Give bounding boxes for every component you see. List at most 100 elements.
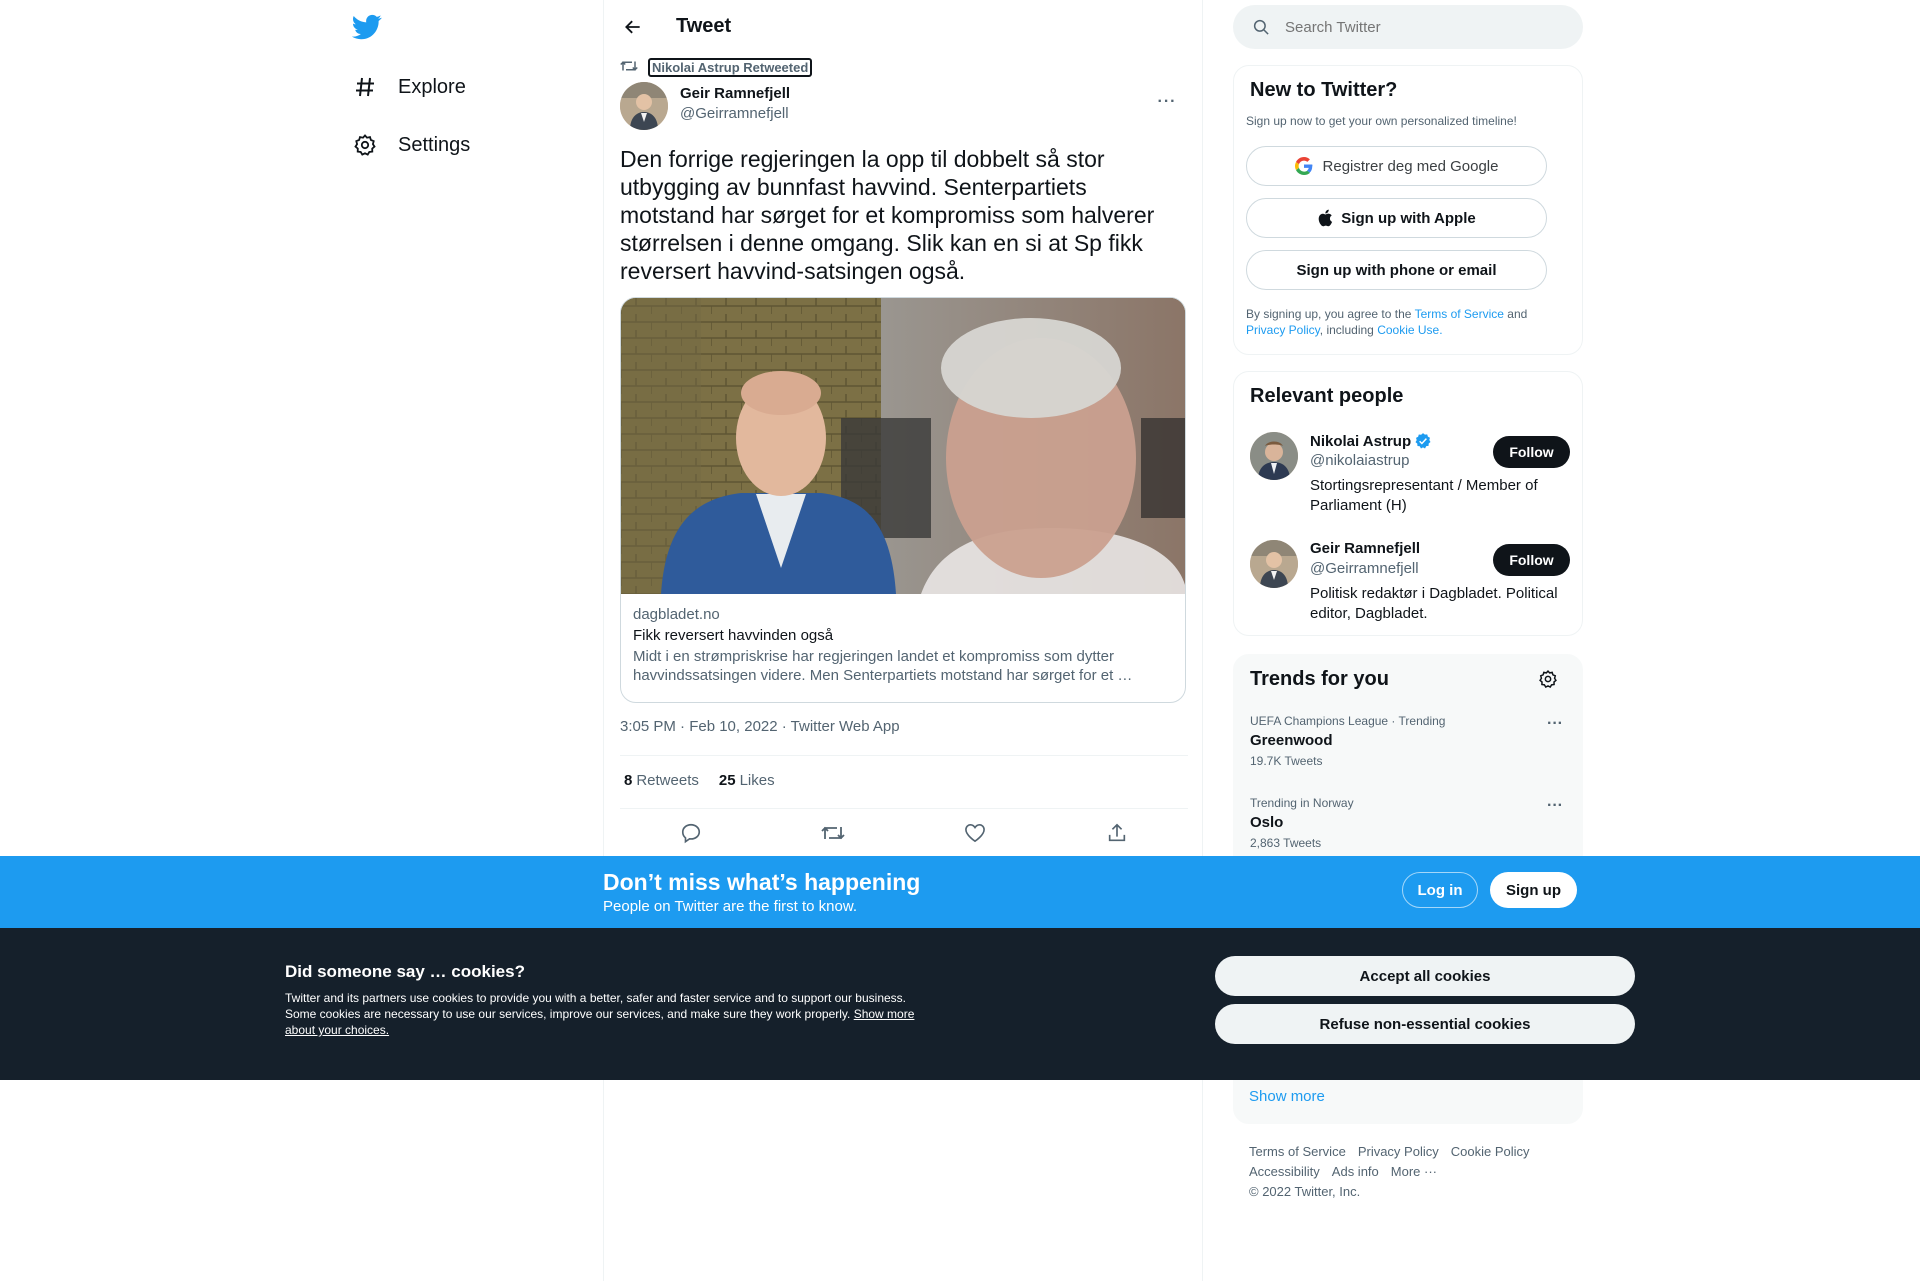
refuse-cookies-button[interactable]: Refuse non-essential cookies — [1215, 1004, 1635, 1044]
new-to-twitter-title: New to Twitter? — [1250, 79, 1398, 101]
tweet-actions — [620, 820, 1188, 846]
retweet-icon — [620, 58, 638, 77]
page-title: Tweet — [676, 15, 732, 37]
nav-explore-label: Explore — [398, 75, 466, 98]
trend-context: UEFA Champions League · Trending — [1250, 714, 1446, 728]
more-options-icon[interactable]: ··· — [1542, 796, 1568, 816]
cookie-consent-bar: Did someone say … cookies? Twitter and i… — [0, 928, 1920, 1080]
person-handle[interactable]: @nikolaiastrup — [1310, 452, 1409, 469]
tweet-column: Tweet Nikolai Astrup Retweeted Geir Ramn… — [603, 0, 1203, 1281]
signup-button[interactable]: Sign up — [1490, 872, 1577, 908]
retweets-stat[interactable]: 8 Retweets — [624, 772, 699, 789]
banner-subtitle: People on Twitter are the first to know. — [603, 898, 858, 915]
cookie-title: Did someone say … cookies? — [285, 962, 525, 981]
card-domain: dagbladet.no — [633, 606, 720, 623]
cookie-description: Twitter and its partners use cookies to … — [285, 990, 915, 1038]
google-icon — [1294, 157, 1313, 175]
hashtag-icon — [352, 74, 378, 100]
relevant-people-title: Relevant people — [1250, 385, 1404, 407]
footer-privacy-link[interactable]: Privacy Policy — [1358, 1144, 1439, 1159]
apple-signup-button[interactable]: Sign up with Apple — [1246, 198, 1547, 238]
cookie-use-link[interactable]: Cookie Use. — [1377, 323, 1442, 337]
footer-ads-link[interactable]: Ads info — [1332, 1164, 1379, 1179]
likes-count: 25 — [718, 772, 736, 789]
apple-signup-label: Sign up with Apple — [1341, 209, 1476, 227]
relevant-people-panel: Relevant people Nikolai Astrup @nikolaia… — [1233, 371, 1583, 636]
tweet-stats: 8 Retweets 25 Likes — [624, 772, 775, 789]
legal-and: and — [1507, 307, 1528, 321]
avatar[interactable] — [1250, 540, 1298, 588]
more-options-icon[interactable]: ··· — [1542, 714, 1568, 734]
footer-copyright: © 2022 Twitter, Inc. — [1249, 1184, 1361, 1199]
follow-button[interactable]: Follow — [1493, 544, 1570, 576]
person-card[interactable]: Nikolai Astrup @nikolaiastrup Stortingsr… — [1250, 432, 1570, 522]
person-bio: Stortingsrepresentant / Member of Parlia… — [1310, 477, 1538, 514]
author-name[interactable]: Geir Ramnefjell — [680, 85, 790, 102]
link-card[interactable]: dagbladet.no Fikk reversert havvinden og… — [620, 297, 1186, 703]
google-signup-button[interactable]: Registrer deg med Google — [1246, 146, 1547, 186]
legal-prefix: By signing up, you agree to the — [1246, 307, 1412, 321]
avatar[interactable] — [1250, 432, 1298, 480]
login-button[interactable]: Log in — [1402, 872, 1478, 908]
footer-more-link[interactable]: More ··· — [1391, 1164, 1437, 1179]
person-name[interactable]: Nikolai Astrup — [1310, 432, 1432, 450]
accept-cookies-button[interactable]: Accept all cookies — [1215, 956, 1635, 996]
person-name-text: Geir Ramnefjell — [1310, 540, 1421, 557]
search-input[interactable] — [1285, 18, 1545, 36]
twitter-logo-icon[interactable] — [351, 12, 382, 42]
tweet-timestamp[interactable]: 3:05 PM · Feb 10, 2022 · Twitter Web App — [620, 718, 900, 735]
banner-title: Don’t miss what’s happening — [603, 869, 921, 895]
footer-terms-link[interactable]: Terms of Service — [1249, 1144, 1346, 1159]
more-options-icon[interactable]: ··· — [1154, 92, 1180, 112]
retweets-count: 8 — [624, 772, 633, 789]
person-name[interactable]: Geir Ramnefjell — [1310, 540, 1420, 557]
trend-name: Greenwood — [1250, 732, 1333, 749]
google-signup-label: Registrer deg med Google — [1322, 157, 1499, 175]
trend-name: Oslo — [1250, 814, 1284, 831]
share-icon[interactable] — [1102, 820, 1132, 846]
reply-icon[interactable] — [676, 820, 706, 846]
nav-settings-label: Settings — [398, 133, 471, 156]
follow-button[interactable]: Follow — [1493, 436, 1570, 468]
footer-links: Terms of Service Privacy Policy Cookie Pol… — [1249, 1142, 1569, 1202]
likes-label: Likes — [739, 772, 775, 789]
tweet-author: Geir Ramnefjell @Geirramnefjell ··· — [620, 82, 1188, 130]
avatar[interactable] — [620, 82, 668, 130]
trend-count: 2,863 Tweets — [1250, 836, 1322, 850]
card-description: Midt i en strømpriskrise har regjeringen… — [633, 648, 1133, 684]
search-box[interactable] — [1233, 5, 1583, 49]
verified-badge-icon — [1414, 432, 1432, 450]
nav-settings[interactable]: Settings — [352, 120, 470, 170]
search-icon — [1251, 17, 1271, 37]
trends-title: Trends for you — [1250, 668, 1389, 690]
divider — [620, 755, 1188, 756]
cookie-body: Twitter and its partners use cookies to … — [285, 991, 906, 1021]
likes-stat[interactable]: 25 Likes — [719, 772, 775, 789]
person-handle[interactable]: @Geirramnefjell — [1310, 560, 1419, 577]
show-more-link[interactable]: Show more — [1249, 1088, 1325, 1105]
nav-explore[interactable]: Explore — [352, 62, 466, 112]
new-to-twitter-subtitle: Sign up now to get your own personalized… — [1246, 114, 1517, 128]
trend-context: Trending in Norway — [1250, 796, 1354, 810]
gear-icon — [352, 132, 378, 158]
signup-legal-text: By signing up, you agree to the Terms of… — [1246, 306, 1566, 338]
gear-icon[interactable] — [1538, 669, 1558, 694]
signup-banner: Don’t miss what’s happening People on Tw… — [0, 856, 1920, 928]
trend-count: 19.7K Tweets — [1250, 754, 1323, 768]
privacy-link[interactable]: Privacy Policy — [1246, 323, 1320, 337]
apple-icon — [1317, 209, 1335, 227]
terms-link[interactable]: Terms of Service — [1415, 307, 1504, 321]
card-image — [621, 298, 1185, 594]
retweeted-by-link[interactable]: Nikolai Astrup Retweeted — [648, 58, 813, 77]
person-name-text: Nikolai Astrup — [1310, 432, 1412, 450]
footer-accessibility-link[interactable]: Accessibility — [1249, 1164, 1320, 1179]
author-handle[interactable]: @Geirramnefjell — [680, 105, 789, 122]
like-heart-icon[interactable] — [960, 820, 990, 846]
phone-email-signup-button[interactable]: Sign up with phone or email — [1246, 250, 1547, 290]
tweet-text: Den forrige regjeringen la opp til dobbe… — [620, 146, 1155, 284]
back-arrow-icon[interactable] — [618, 12, 648, 42]
footer-cookie-link[interactable]: Cookie Policy — [1451, 1144, 1530, 1159]
trend-item[interactable]: UEFA Champions League · Trending Greenwo… — [1250, 714, 1568, 784]
retweet-icon[interactable] — [818, 820, 848, 846]
person-card[interactable]: Geir Ramnefjell @Geirramnefjell Politisk… — [1250, 540, 1570, 630]
